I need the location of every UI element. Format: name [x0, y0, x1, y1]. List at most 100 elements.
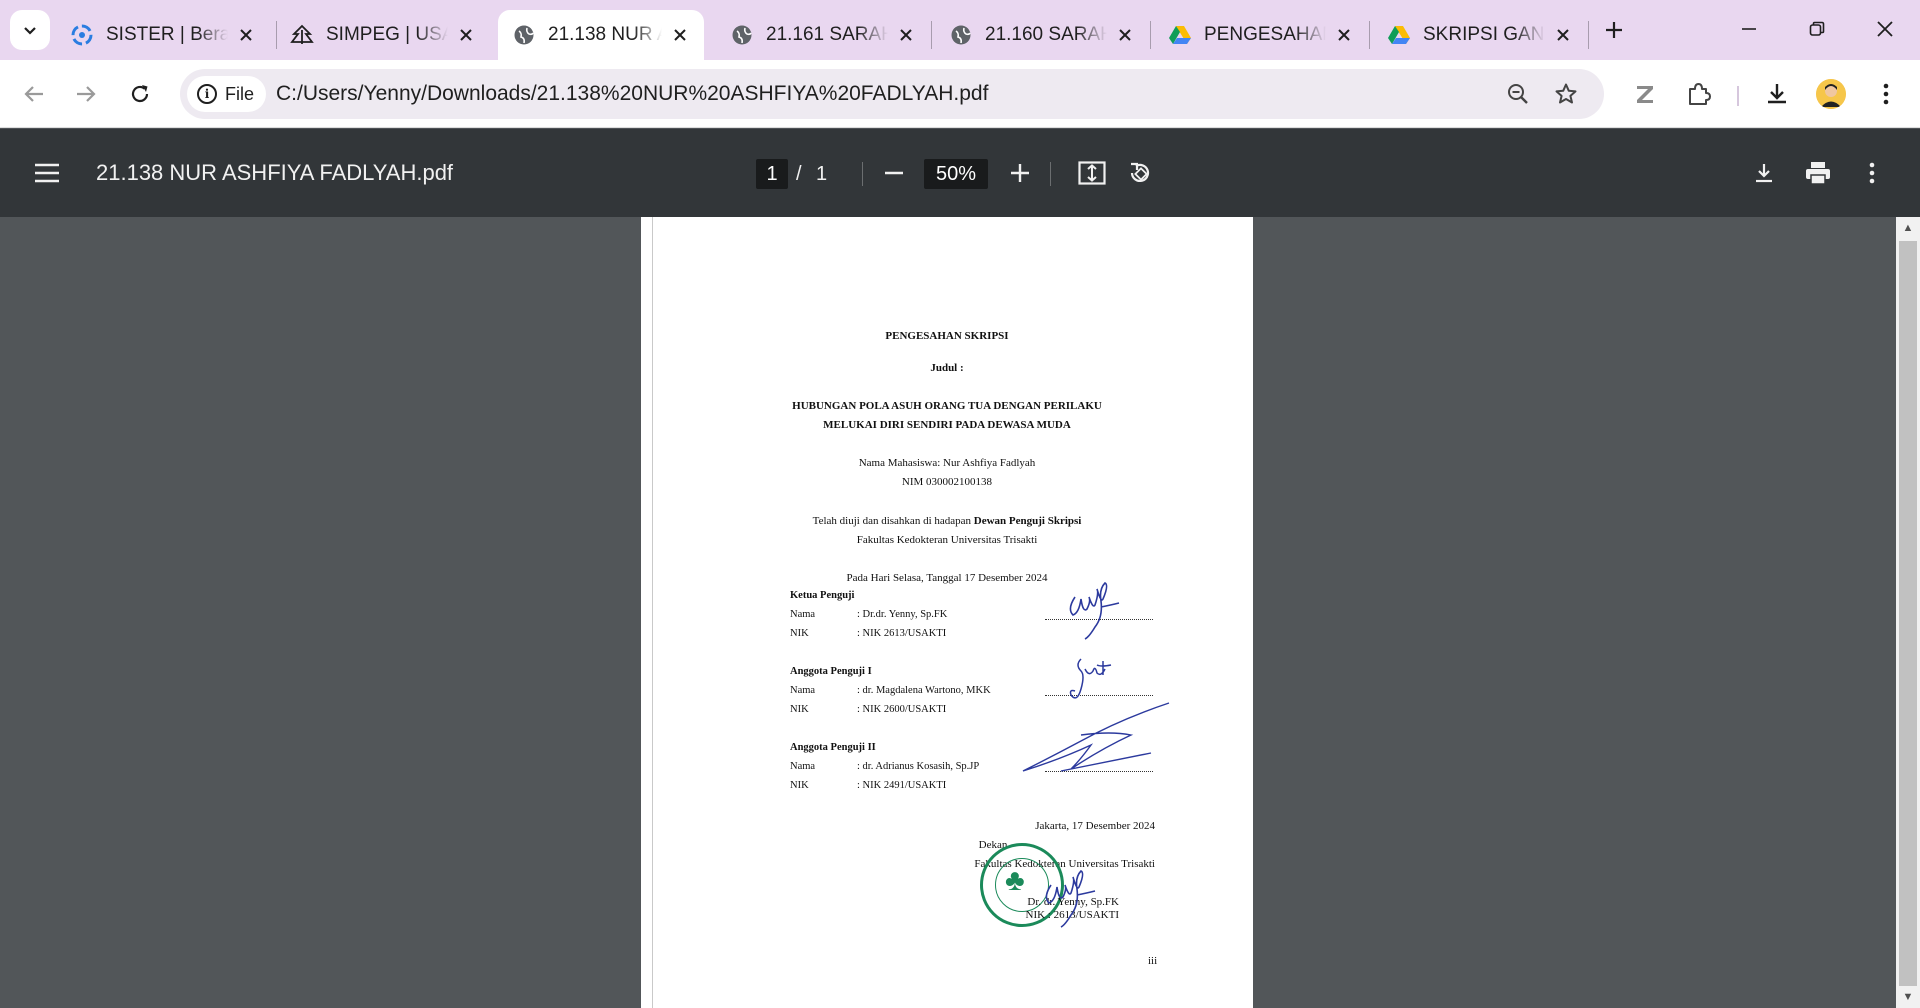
scroll-down-arrow-icon[interactable]: ▼	[1896, 986, 1920, 1008]
closing-position: Dekan	[978, 839, 1008, 851]
thesis-title-line1: HUBUNGAN POLA ASUH ORANG TUA DENGAN PERI…	[792, 400, 1102, 412]
plus-icon	[1606, 22, 1622, 38]
tested-board: Dewan Penguji Skripsi	[973, 515, 1082, 527]
tab-divider	[1588, 21, 1589, 49]
zoom-out-button[interactable]	[876, 155, 912, 191]
pdf-filename: 21.138 NUR ASHFIYA FADLYAH.pdf	[96, 160, 454, 185]
page-total: 1	[816, 163, 828, 185]
restore-icon	[1809, 21, 1825, 36]
profile-avatar[interactable]	[1816, 79, 1846, 109]
extensions-puzzle-icon[interactable]	[1681, 76, 1717, 112]
tab-title: PENGESAHAN	[1204, 24, 1326, 45]
vertical-scrollbar[interactable]: ▲ ▼	[1896, 217, 1920, 1008]
tab-simpeg[interactable]: SIMPEG | USAKTI	[276, 10, 490, 60]
scroll-up-arrow-icon[interactable]: ▲	[1896, 217, 1920, 239]
back-button[interactable]	[14, 74, 54, 114]
minimize-icon	[1742, 28, 1756, 30]
close-icon[interactable]	[1113, 23, 1137, 47]
examiner-name: : Dr.dr. Yenny, Sp.FK	[857, 609, 948, 620]
fit-to-page-button[interactable]	[1074, 155, 1110, 191]
close-icon[interactable]	[454, 23, 478, 47]
tab-title: 21.138 NUR ASHFIYA FADLYAH.pdf	[548, 24, 662, 45]
nama-label: Nama	[790, 761, 816, 772]
nik-label: NIK	[790, 628, 809, 639]
browser-menu-icon[interactable]	[1868, 76, 1904, 112]
site-info-chip[interactable]: i File	[187, 76, 267, 112]
tab-divider	[1150, 21, 1151, 49]
zoom-indicator-icon[interactable]	[1502, 78, 1534, 110]
site-info-label: File	[225, 83, 255, 104]
examiner-name: : dr. Magdalena Wartono, MKK	[857, 685, 991, 696]
signature-anggota-2	[1022, 702, 1170, 772]
faculty-line: Fakultas Kedokteran Universitas Trisakti	[856, 534, 1038, 546]
tab-skripsi-ganjil[interactable]: SKRIPSI GANJIL	[1373, 10, 1587, 60]
tab-divider	[1369, 21, 1370, 49]
rotate-button[interactable]	[1122, 155, 1158, 191]
printer-icon	[1806, 162, 1830, 185]
page-number-input[interactable]: 1	[756, 159, 788, 189]
examiner-role: Ketua Penguji	[790, 590, 855, 601]
student-nim: NIM 030002100138	[901, 476, 993, 488]
close-window-button[interactable]	[1852, 0, 1918, 58]
examiner-nik: : NIK 2613/USAKTI	[857, 628, 947, 639]
usakti-logo-icon	[290, 23, 314, 47]
tab-active-pdf[interactable]: 21.138 NUR ASHFIYA FADLYAH.pdf	[498, 10, 704, 60]
nik-label: NIK	[790, 704, 809, 715]
pdf-print-button[interactable]	[1800, 155, 1836, 191]
close-icon[interactable]	[894, 23, 918, 47]
more-vertical-icon	[1869, 162, 1875, 184]
tab-sister[interactable]: SISTER | Beranda	[56, 10, 270, 60]
reload-icon	[131, 85, 149, 103]
zoom-in-button[interactable]	[1002, 155, 1038, 191]
url-text[interactable]: C:/Users/Yenny/Downloads/21.138%20NUR%20…	[276, 69, 988, 119]
browser-toolbar: i File C:/Users/Yenny/Downloads/21.138%2…	[0, 60, 1920, 128]
zotero-extension-icon[interactable]	[1627, 76, 1663, 112]
close-icon[interactable]	[234, 23, 258, 47]
restore-button[interactable]	[1784, 0, 1850, 58]
minus-icon	[885, 171, 903, 175]
examiner-nik: : NIK 2600/USAKTI	[857, 704, 947, 715]
nama-label: Nama	[790, 609, 816, 620]
tab-title: 21.161 SARAH	[766, 24, 888, 45]
minimize-button[interactable]	[1716, 0, 1782, 58]
close-icon[interactable]	[668, 23, 692, 47]
sister-logo-icon	[70, 23, 94, 47]
pdf-toolbar: 21.138 NUR ASHFIYA FADLYAH.pdf 1 / 1 50%	[0, 129, 1920, 217]
nama-label: Nama	[790, 685, 816, 696]
forward-button[interactable]	[66, 74, 106, 114]
tested-statement: Telah diuji dan disahkan di hadapan Dewa…	[641, 515, 1253, 527]
hamburger-menu-icon	[35, 163, 59, 183]
pdf-page: PENGESAHAN SKRIPSI Judul : HUBUNGAN POLA…	[641, 217, 1253, 1008]
pdf-sidebar-menu-button[interactable]	[30, 156, 64, 190]
google-drive-icon	[1387, 23, 1411, 47]
pdf-download-button[interactable]	[1746, 155, 1782, 191]
scrollbar-thumb[interactable]	[1899, 241, 1917, 986]
examiner-role: Anggota Penguji I	[790, 666, 872, 677]
bookmark-star-icon[interactable]	[1550, 78, 1582, 110]
tab-21160[interactable]: 21.160 SARAH	[935, 10, 1149, 60]
tab-search-button[interactable]	[10, 10, 50, 50]
pdf-more-options-button[interactable]	[1854, 155, 1890, 191]
close-icon[interactable]	[1551, 23, 1575, 47]
examiner-role: Anggota Penguji II	[790, 742, 876, 753]
thesis-title-line2: MELUKAI DIRI SENDIRI PADA DEWASA MUDA	[823, 419, 1071, 431]
close-icon[interactable]	[1332, 23, 1356, 47]
nik-label: NIK	[790, 780, 809, 791]
closing-place-date: Jakarta, 17 Desember 2024	[1035, 820, 1155, 832]
rotate-counterclockwise-icon	[1130, 162, 1150, 182]
tab-21161[interactable]: 21.161 SARAH	[716, 10, 930, 60]
tab-title: SIMPEG | USAKTI	[326, 24, 448, 45]
downloads-icon[interactable]	[1759, 76, 1795, 112]
reload-button[interactable]	[120, 74, 160, 114]
address-bar[interactable]: i File C:/Users/Yenny/Downloads/21.138%2…	[180, 69, 1604, 119]
pdf-toolbar-divider	[1050, 162, 1051, 186]
stamp-emblem-icon: ♣	[1005, 864, 1025, 897]
zoom-level-input[interactable]: 50%	[924, 159, 988, 189]
arrow-left-icon	[24, 86, 43, 102]
globe-icon	[949, 23, 973, 47]
tab-pengesahan[interactable]: PENGESAHAN	[1154, 10, 1368, 60]
student-name: Nama Mahasiswa: Nur Ashfiya Fadlyah	[858, 457, 1036, 469]
signature-anggota-1	[1069, 658, 1112, 699]
new-tab-button[interactable]	[1596, 12, 1632, 48]
pdf-document-area[interactable]: PENGESAHAN SKRIPSI Judul : HUBUNGAN POLA…	[0, 217, 1896, 1008]
